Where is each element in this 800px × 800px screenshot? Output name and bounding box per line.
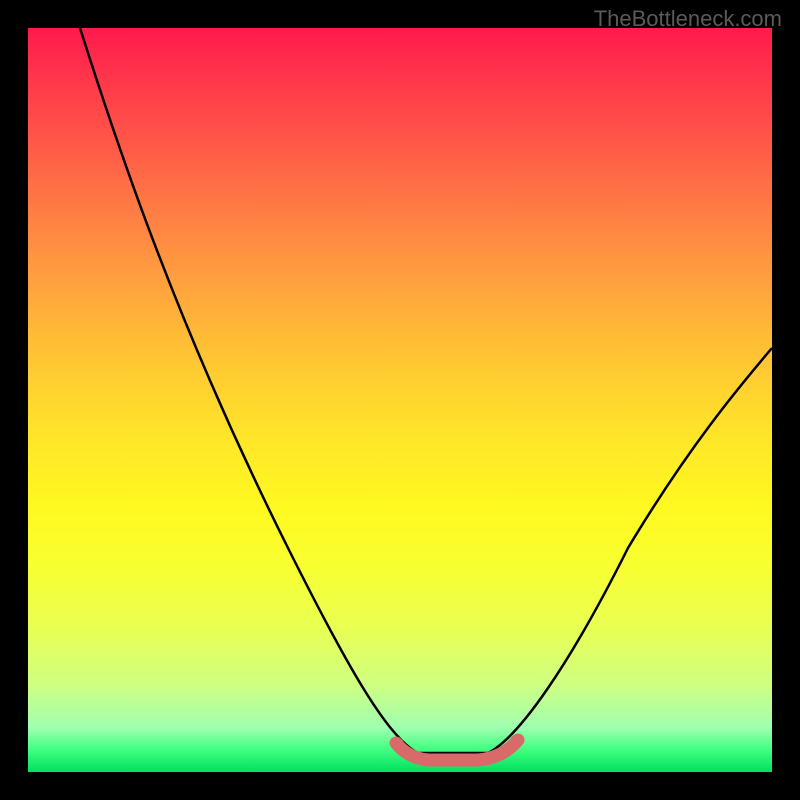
chart-svg [28,28,772,772]
watermark-text: TheBottleneck.com [594,6,782,32]
chart-plot-area [28,28,772,772]
curve-path [80,28,772,753]
highlight-dot-left [392,738,404,750]
highlight-dot-right [510,735,522,747]
highlight-segment [396,740,518,760]
